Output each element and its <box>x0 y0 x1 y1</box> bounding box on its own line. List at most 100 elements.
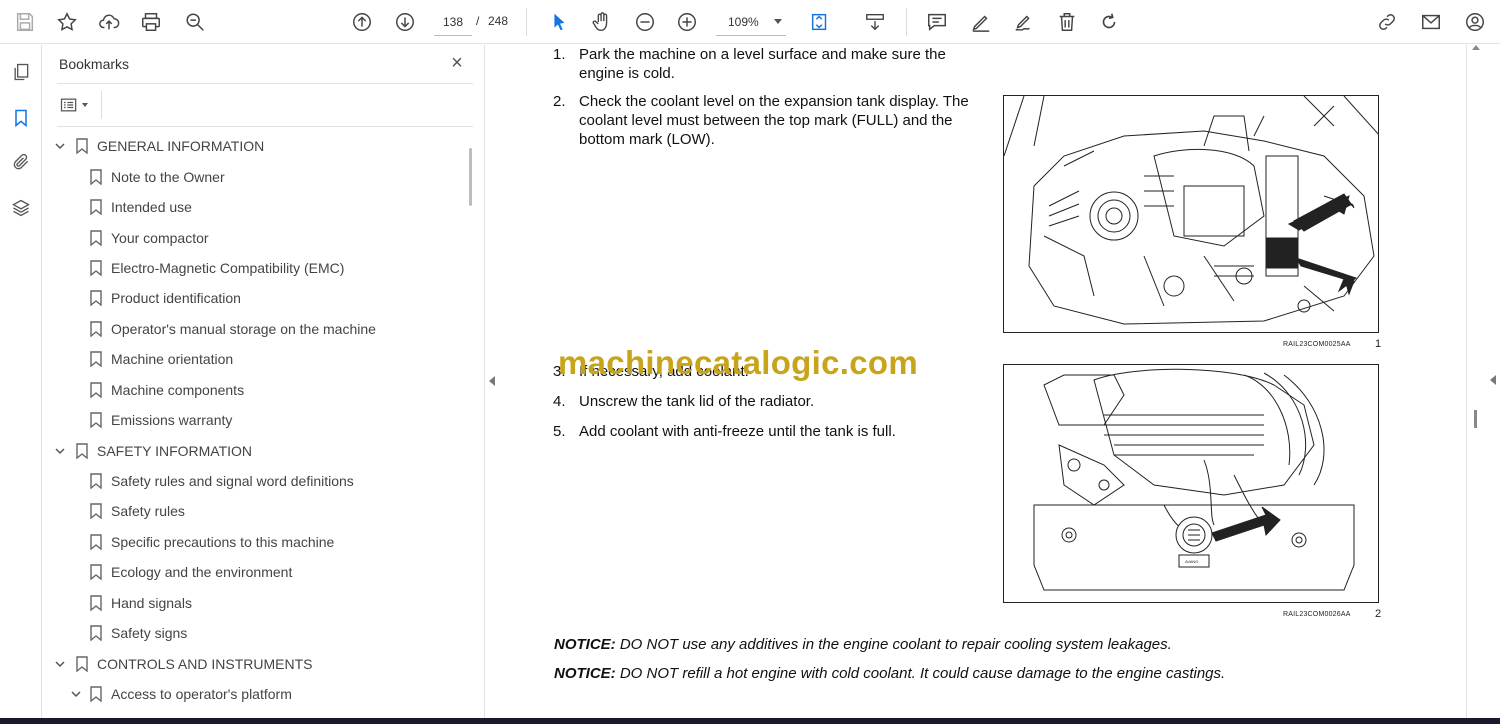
zoom-search-icon[interactable] <box>180 7 210 37</box>
chevron-down-icon <box>774 19 782 24</box>
bookmark-flag-icon <box>89 321 103 338</box>
mail-icon[interactable] <box>1416 7 1446 37</box>
chevron-down-icon <box>82 103 88 107</box>
step-text: Add coolant with anti-freeze until the t… <box>579 423 896 440</box>
page-total: 248 <box>488 14 509 28</box>
attachment-icon[interactable] <box>8 149 34 175</box>
expand-right-panel-arrow[interactable] <box>1490 375 1496 385</box>
bookmark-item[interactable]: Note to the Owner <box>43 161 469 191</box>
sign-icon[interactable] <box>1009 7 1039 37</box>
bookmark-item[interactable]: Safety rules <box>43 496 469 526</box>
toolbar: / 248 109% <box>0 0 1500 44</box>
panel-scrollbar[interactable] <box>469 148 472 206</box>
bookmark-flag-icon <box>89 534 103 551</box>
zoom-in-icon[interactable] <box>672 7 702 37</box>
pen-icon[interactable] <box>966 7 996 37</box>
step-number: 5. <box>553 423 566 440</box>
collapse-panel-arrow[interactable] <box>489 376 495 386</box>
step-number: 2. <box>553 93 566 110</box>
chevron-down-icon[interactable] <box>53 139 67 153</box>
bookmark-item[interactable]: Operator's manual storage on the machine <box>43 314 469 344</box>
left-rail <box>0 45 42 718</box>
options-menu-button[interactable] <box>59 95 95 115</box>
bookmark-label: Safety signs <box>111 625 188 642</box>
zoom-out-icon[interactable] <box>630 7 660 37</box>
bookmark-item[interactable]: Specific precautions to this machine <box>43 527 469 557</box>
bookmark-section[interactable]: GENERAL INFORMATION <box>43 131 469 161</box>
notice-text: DO NOT refill a hot engine with cold coo… <box>615 665 1226 682</box>
bookmark-item[interactable]: Product identification <box>43 283 469 313</box>
bookmark-item[interactable]: Safety rules and signal word definitions <box>43 466 469 496</box>
arrow-down-circle-icon[interactable] <box>390 7 420 37</box>
bookmark-label: Safety rules <box>111 503 185 520</box>
bookmark-icon[interactable] <box>8 105 34 131</box>
comment-icon[interactable] <box>922 7 952 37</box>
star-icon[interactable] <box>52 7 82 37</box>
bookmark-section[interactable]: SAFETY INFORMATION <box>43 435 469 465</box>
share-link-icon[interactable] <box>1372 7 1402 37</box>
bookmark-item[interactable]: Your compactor <box>43 222 469 252</box>
page-separator: / <box>476 14 480 28</box>
chevron-down-icon[interactable] <box>69 687 83 701</box>
select-cursor-icon[interactable] <box>544 7 574 37</box>
fit-page-icon[interactable] <box>805 7 835 37</box>
bookmarks-panel: Bookmarks × GENERAL INFORMATION Note to t… <box>43 45 485 718</box>
scroll-mode-icon[interactable] <box>860 7 890 37</box>
arrow-up-circle-icon[interactable] <box>347 7 377 37</box>
bookmark-label: Specific precautions to this machine <box>111 533 335 550</box>
bookmark-label: CONTROLS AND INSTRUMENTS <box>97 655 313 672</box>
upload-cloud-icon[interactable] <box>94 7 124 37</box>
divider <box>57 126 473 127</box>
chevron-down-icon[interactable] <box>53 444 67 458</box>
bookmark-label: Safety rules and signal word definitions <box>111 473 354 490</box>
step-text: Check the coolant level on the expansion… <box>579 93 969 148</box>
bookmark-label: Product identification <box>111 290 241 307</box>
notice-2: NOTICE: DO NOT refill a hot engine with … <box>554 665 1225 682</box>
list-options-icon <box>60 98 77 112</box>
chevron-down-icon[interactable] <box>53 657 67 671</box>
scroll-up-arrow[interactable] <box>1472 45 1480 50</box>
toolbar-divider <box>906 8 907 36</box>
pages-icon[interactable] <box>8 59 34 85</box>
bookmark-section[interactable]: CONTROLS AND INSTRUMENTS <box>43 648 469 678</box>
bookmark-item[interactable]: Machine orientation <box>43 344 469 374</box>
bookmark-label: GENERAL INFORMATION <box>97 138 265 155</box>
bookmark-item[interactable]: Access to operator's platform <box>43 679 469 709</box>
bookmark-item[interactable]: Hand signals <box>43 588 469 618</box>
figure-2-number: 2 <box>1375 608 1382 620</box>
bookmark-item[interactable]: Emissions warranty <box>43 405 469 435</box>
bookmark-flag-icon <box>89 412 103 429</box>
figure-1-number: 1 <box>1375 338 1382 350</box>
close-icon[interactable]: × <box>447 53 467 73</box>
step-text: Park the machine on a level surface and … <box>579 46 946 82</box>
notice-label: NOTICE: <box>554 636 616 653</box>
bookmark-item[interactable]: Ecology and the environment <box>43 557 469 587</box>
bookmark-flag-icon <box>89 686 103 703</box>
zoom-select[interactable]: 109% <box>716 8 786 36</box>
engine-figure-1 <box>1003 95 1379 333</box>
bookmark-item[interactable]: Intended use <box>43 192 469 222</box>
document-scrollbar[interactable] <box>1474 410 1477 428</box>
bookmark-label: Emissions warranty <box>111 412 233 429</box>
bookmark-flag-icon <box>89 229 103 246</box>
bookmark-item[interactable]: Electro-Magnetic Compatibility (EMC) <box>43 253 469 283</box>
bookmark-item[interactable]: Safety signs <box>43 618 469 648</box>
bookmark-label: Electro-Magnetic Compatibility (EMC) <box>111 259 345 276</box>
figure-1-caption: RAIL23COM0025AA <box>1283 341 1351 348</box>
rotate-icon[interactable] <box>1094 7 1124 37</box>
bookmark-flag-icon <box>89 382 103 399</box>
save-icon[interactable] <box>10 7 40 37</box>
print-icon[interactable] <box>136 7 166 37</box>
hand-icon[interactable] <box>587 7 617 37</box>
page-number-input[interactable] <box>434 8 472 36</box>
engine-figure-2: AVANO <box>1003 364 1379 603</box>
bookmark-label: Operator's manual storage on the machine <box>111 320 376 337</box>
bookmark-item[interactable]: Machine components <box>43 375 469 405</box>
panel-title: Bookmarks <box>59 56 130 72</box>
figure-2-caption: RAIL23COM0026AA <box>1283 611 1351 618</box>
bookmark-label: Your compactor <box>111 229 209 246</box>
delete-icon[interactable] <box>1052 7 1082 37</box>
notice-text: DO NOT use any additives in the engine c… <box>615 636 1172 653</box>
account-icon[interactable] <box>1460 7 1490 37</box>
layers-icon[interactable] <box>8 195 34 221</box>
